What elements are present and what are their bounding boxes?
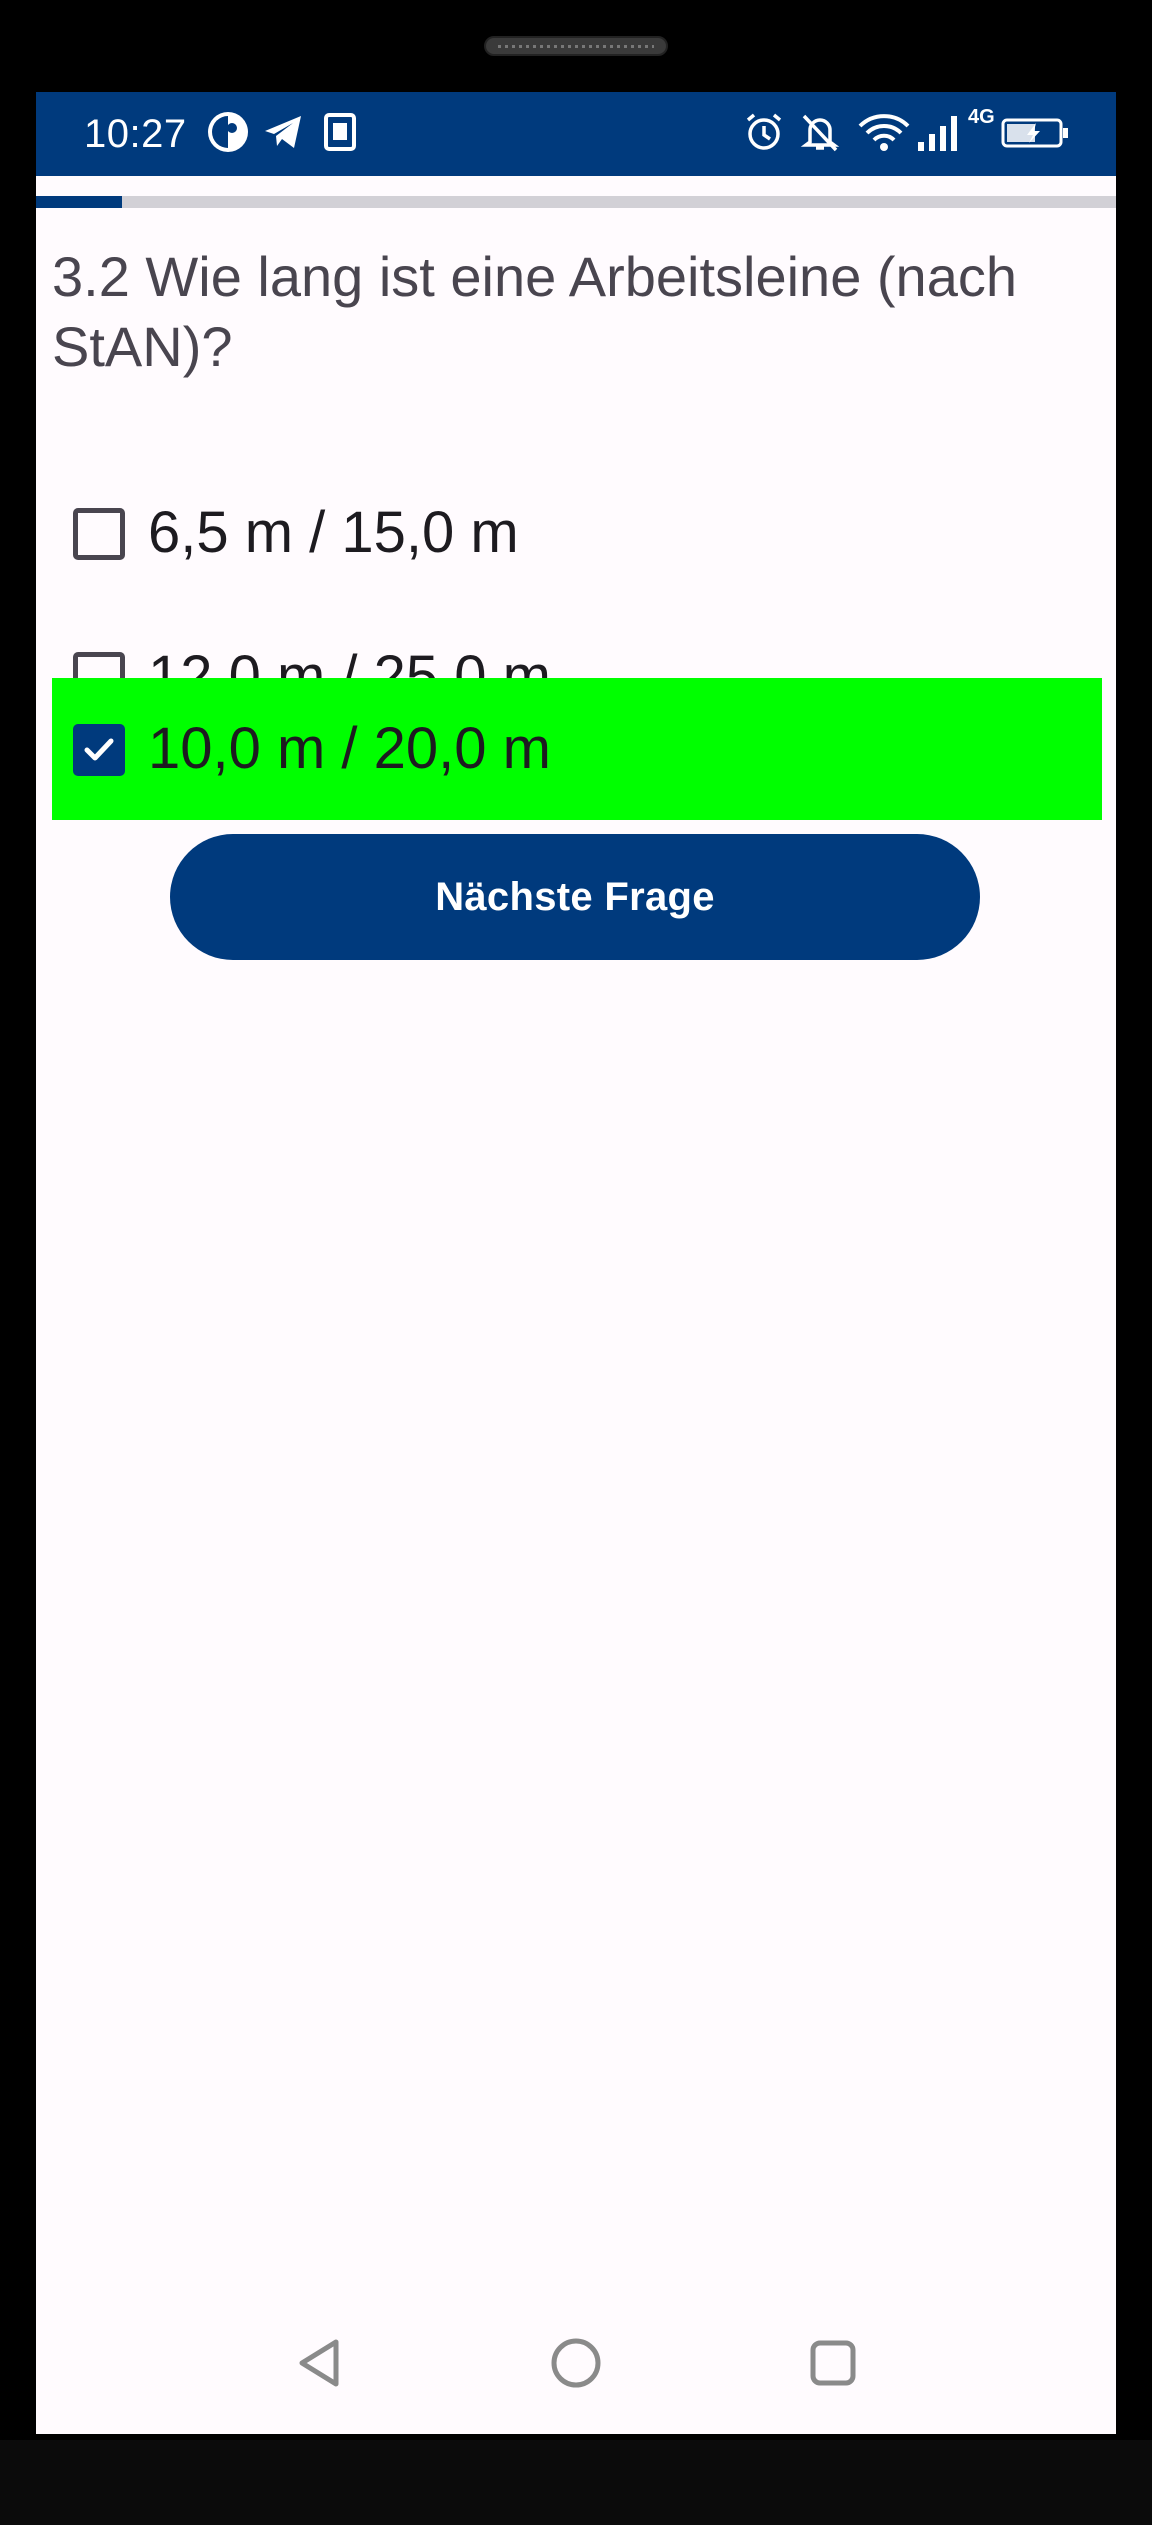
battery-charging-icon bbox=[1001, 118, 1068, 148]
mute-icon bbox=[800, 114, 840, 152]
status-time: 10:27 bbox=[84, 112, 187, 156]
circle-app-icon bbox=[208, 112, 248, 152]
screen: 10:27 4G 3.2 Wie lang ist eine Arbeitsle… bbox=[36, 92, 1116, 2434]
telegram-icon bbox=[265, 116, 301, 148]
device-chin bbox=[0, 2440, 1152, 2525]
network-type-label: 4G bbox=[968, 106, 995, 128]
checkmark-icon bbox=[84, 738, 114, 761]
cell-signal-icon bbox=[918, 116, 957, 151]
notification-app-icon bbox=[324, 113, 356, 151]
answer-label: 10,0 m / 20,0 m bbox=[148, 716, 551, 781]
answer-option-1[interactable]: 6,5 m / 15,0 m bbox=[52, 462, 1102, 604]
checkbox[interactable] bbox=[73, 508, 125, 560]
status-bar: 10:27 4G bbox=[36, 92, 1116, 176]
earpiece-speaker bbox=[484, 36, 668, 56]
device-frame: 10:27 4G 3.2 Wie lang ist eine Arbeitsle… bbox=[0, 0, 1152, 2525]
quiz-progress-bar bbox=[36, 196, 1116, 208]
back-icon[interactable] bbox=[286, 2328, 356, 2398]
next-question-button[interactable]: Nächste Frage bbox=[170, 834, 980, 960]
alarm-icon bbox=[746, 113, 782, 150]
home-icon[interactable] bbox=[541, 2328, 611, 2398]
quiz-progress-fill bbox=[36, 196, 123, 208]
question-text: 3.2 Wie lang ist eine Arbeitsleine (nach… bbox=[52, 245, 1017, 378]
answer-label: 6,5 m / 15,0 m bbox=[148, 500, 519, 565]
answer-option-3[interactable]: 10,0 m / 20,0 m bbox=[52, 678, 1102, 820]
system-nav-bar bbox=[36, 2292, 1116, 2434]
checkbox[interactable] bbox=[73, 724, 125, 776]
recents-icon[interactable] bbox=[798, 2328, 868, 2398]
wifi-icon bbox=[858, 114, 910, 151]
